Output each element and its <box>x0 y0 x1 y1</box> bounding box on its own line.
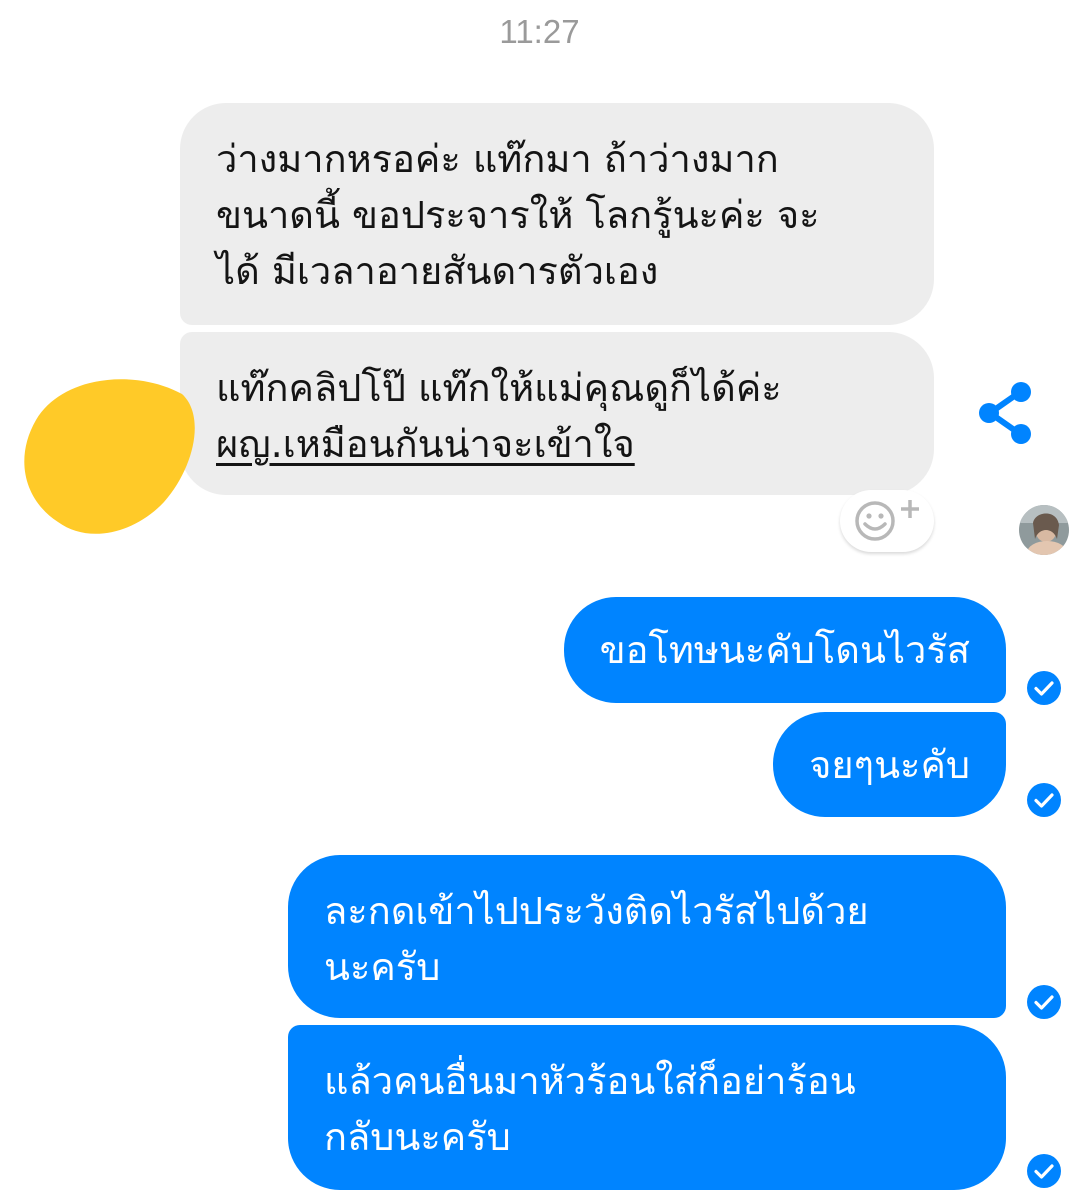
message-link-text[interactable]: ผญ.เหมือนกันน่าจะเข้าใจ <box>216 416 898 472</box>
message-text-line: กลับนะครับ <box>324 1115 511 1159</box>
message-text-line: ได้ มีเวลาอายสันดารตัวเอง <box>216 249 659 293</box>
check-circle-icon <box>1027 671 1061 705</box>
check-circle-icon <box>1027 985 1061 1019</box>
message-text-line: แล้วคนอื่นมาหัวร้อนใส่ก็อย่าร้อน <box>324 1059 856 1103</box>
redaction-scribble <box>24 379 195 534</box>
message-text-line: แท๊กคลิปโป๊ แท๊กให้แม่คุณดูก็ได้ค่ะ <box>216 366 782 410</box>
check-circle-icon <box>1027 1154 1061 1188</box>
outgoing-message-bubble[interactable]: แล้วคนอื่นมาหัวร้อนใส่ก็อย่าร้อน กลับนะค… <box>288 1025 1006 1190</box>
message-timestamp: 11:27 <box>499 13 580 50</box>
message-text-line: จยๆนะคับ <box>809 743 970 787</box>
incoming-message-bubble[interactable]: แท๊กคลิปโป๊ แท๊กให้แม่คุณดูก็ได้ค่ะ ผญ.เ… <box>180 332 934 495</box>
seen-avatar <box>1019 505 1069 555</box>
outgoing-message-bubble[interactable]: จยๆนะคับ <box>773 712 1006 817</box>
share-icon[interactable] <box>974 380 1040 446</box>
incoming-message-bubble[interactable]: ว่างมากหรอค่ะ แท๊กมา ถ้าว่างมาก ขนาดนี้ … <box>180 103 934 325</box>
message-text-line: ขอโทษนะคับโดนไวรัส <box>599 628 970 672</box>
add-reaction-icon <box>855 500 919 541</box>
message-text-line: นะครับ <box>324 945 441 989</box>
add-reaction-button[interactable] <box>840 490 934 552</box>
outgoing-message-bubble[interactable]: ละกดเข้าไปประวังติดไวรัสไปด้วย นะครับ <box>288 855 1006 1018</box>
message-text-line: ขนาดนี้ ขอประจารให้ โลกรู้นะค่ะ จะ <box>216 193 820 237</box>
message-text-line: ละกดเข้าไปประวังติดไวรัสไปด้วย <box>324 889 869 933</box>
message-text-line: ว่างมากหรอค่ะ แท๊กมา ถ้าว่างมาก <box>216 137 779 181</box>
check-circle-icon <box>1027 783 1061 817</box>
outgoing-message-bubble[interactable]: ขอโทษนะคับโดนไวรัส <box>563 597 1006 703</box>
